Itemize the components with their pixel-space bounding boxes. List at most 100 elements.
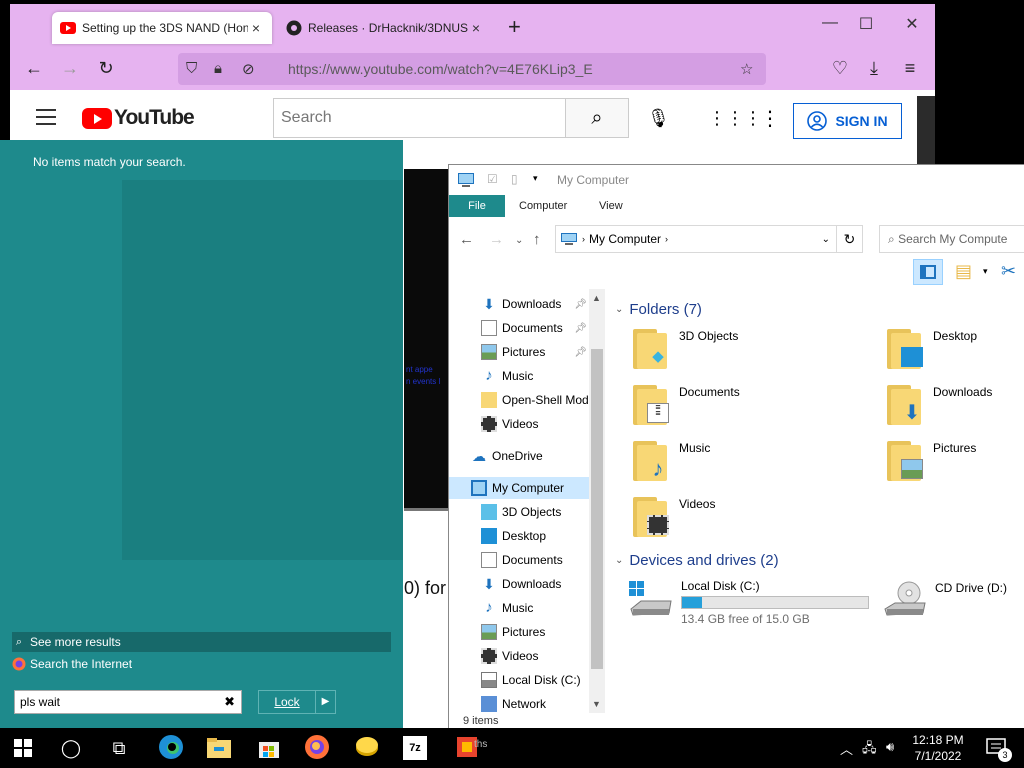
shield-icon[interactable]: ⛉: [186, 60, 197, 77]
7zip-icon[interactable]: 7z: [400, 734, 430, 762]
refresh-icon[interactable]: ↻: [837, 225, 863, 253]
see-more-results-item[interactable]: ⌕ See more results: [12, 632, 391, 652]
url-bar[interactable]: ⛉ 🔒︎ ⊘ https://www.youtube.com/watch?v=4…: [178, 53, 766, 85]
cut-icon[interactable]: ✂: [1001, 261, 1016, 282]
youtube-logo[interactable]: YouTube: [82, 106, 195, 130]
preview-pane-icon[interactable]: [913, 259, 943, 285]
task-view-icon[interactable]: ⧉: [104, 734, 134, 762]
tracking-blocked-icon[interactable]: ⊘: [242, 60, 255, 78]
lock-icon[interactable]: 🔒︎: [214, 60, 222, 77]
sidebar-item-my-computer[interactable]: My Computer: [449, 477, 589, 499]
url-text[interactable]: https://www.youtube.com/watch?v=4E76KLip…: [288, 61, 593, 77]
sidebar-item-network[interactable]: Network: [481, 693, 589, 713]
sidebar-item-videos[interactable]: Videos: [481, 413, 589, 435]
scrollbar-thumb[interactable]: [591, 349, 603, 669]
close-window-icon[interactable]: ✕: [902, 14, 922, 34]
apps-grid-icon[interactable]: ⋮⋮⋮: [708, 108, 762, 129]
sidebar-item-music[interactable]: ♪ Music: [481, 597, 589, 619]
tab-close-icon[interactable]: ×: [468, 20, 484, 36]
bookmark-star-icon[interactable]: ☆: [740, 60, 753, 78]
folder-music[interactable]: ♪ Music: [633, 441, 710, 481]
drive-local-disk-c[interactable]: Local Disk (C:) 13.4 GB free of 15.0 GB: [627, 579, 869, 626]
layout-dropdown-icon[interactable]: ▾: [983, 266, 988, 277]
tab-youtube[interactable]: Setting up the 3DS NAND (Hon ×: [52, 12, 272, 44]
video-player[interactable]: nt appe n events l: [404, 169, 448, 509]
scroll-up-icon[interactable]: ▲: [592, 293, 601, 303]
sidebar-item-music[interactable]: ♪ Music: [481, 365, 589, 387]
search-circle-icon[interactable]: ◯: [56, 734, 86, 762]
sidebar-item-open-shell[interactable]: Open-Shell Mod: [481, 389, 589, 411]
tab-close-icon[interactable]: ×: [248, 20, 264, 36]
scroll-down-icon[interactable]: ▼: [592, 699, 601, 709]
pin-icon[interactable]: 📌︎: [574, 347, 587, 358]
show-hidden-icons-icon[interactable]: ︿: [840, 739, 853, 758]
pin-icon[interactable]: 📌︎: [574, 323, 587, 334]
sidebar-item-desktop[interactable]: Desktop: [481, 525, 589, 547]
start-search-input[interactable]: pls wait ✖: [14, 690, 242, 714]
devices-group-header[interactable]: ⌄ Devices and drives (2): [615, 552, 779, 569]
folder-videos[interactable]: Videos: [633, 497, 715, 537]
back-icon[interactable]: ←: [22, 58, 46, 79]
downloads-icon[interactable]: ⤓: [862, 58, 886, 79]
collapse-chevron-icon[interactable]: ⌄: [615, 555, 623, 566]
pin-icon[interactable]: 📌︎: [574, 299, 587, 310]
folder-3d-objects[interactable]: ◆ 3D Objects: [633, 329, 738, 369]
sidebar-item-3d-objects[interactable]: 3D Objects: [481, 501, 589, 523]
lock-button[interactable]: Lock ▶: [258, 690, 336, 714]
new-tab-button[interactable]: +: [508, 14, 521, 40]
breadcrumb-my-computer[interactable]: My Computer: [589, 232, 661, 246]
maximize-icon[interactable]: ☐: [856, 14, 876, 34]
menu-icon[interactable]: ≡: [898, 58, 922, 79]
folders-group-header[interactable]: ⌄ Folders (7): [615, 301, 702, 318]
layout-icon[interactable]: ▤: [955, 261, 972, 282]
up-icon[interactable]: ↑: [533, 231, 541, 248]
explorer-search-input[interactable]: ⌕ Search My Compute: [879, 225, 1024, 253]
sidebar-item-documents[interactable]: Documents: [481, 549, 589, 571]
reload-icon[interactable]: ↻: [94, 58, 118, 79]
properties-qat-icon[interactable]: ☑: [487, 172, 498, 186]
sidebar-item-pictures[interactable]: Pictures 📌︎: [481, 341, 589, 363]
sidebar-scrollbar[interactable]: ▲ ▼: [589, 289, 605, 713]
address-bar[interactable]: › My Computer › ⌄: [555, 225, 837, 253]
back-icon[interactable]: ←: [459, 231, 474, 248]
forward-icon[interactable]: →: [489, 231, 504, 248]
tab-computer[interactable]: Computer: [519, 200, 567, 212]
power-options-arrow-icon[interactable]: ▶: [315, 691, 335, 713]
tab-github[interactable]: Releases · DrHacknik/3DNUS · G ×: [278, 12, 492, 44]
clear-search-icon[interactable]: ✖: [224, 694, 235, 710]
firefox-taskbar-icon[interactable]: [302, 734, 332, 762]
tab-file[interactable]: File: [449, 195, 505, 217]
tab-view[interactable]: View: [599, 200, 623, 212]
collapse-chevron-icon[interactable]: ⌄: [615, 304, 623, 315]
clock[interactable]: 12:18 PM 7/1/2022: [908, 732, 968, 764]
network-icon[interactable]: 🖧︎: [862, 739, 877, 761]
breadcrumb-chevron-icon[interactable]: ›: [665, 234, 668, 244]
notification-center-icon[interactable]: 3: [982, 734, 1012, 762]
youtube-search-input[interactable]: Search: [273, 98, 566, 138]
new-folder-qat-icon[interactable]: ▯: [511, 172, 518, 186]
hamburger-menu-icon[interactable]: [36, 109, 56, 125]
store-icon[interactable]: [254, 734, 284, 762]
file-explorer-taskbar-icon[interactable]: [204, 734, 234, 762]
sidebar-item-downloads[interactable]: ⬇ Downloads: [481, 573, 589, 595]
address-dropdown-icon[interactable]: ⌄: [822, 234, 830, 245]
pocket-icon[interactable]: ♡: [828, 58, 852, 79]
sidebar-item-local-disk[interactable]: Local Disk (C:): [481, 669, 589, 691]
sign-in-button[interactable]: SIGN IN: [793, 103, 902, 139]
more-options-icon[interactable]: ⋮: [760, 106, 780, 131]
search-icon[interactable]: ⌕: [566, 98, 629, 138]
folder-desktop[interactable]: Desktop: [887, 329, 977, 369]
folder-documents[interactable]: ≡ ≡ Documents: [633, 385, 740, 425]
folder-downloads[interactable]: ⬇ Downloads: [887, 385, 992, 425]
sidebar-item-documents[interactable]: Documents 📌︎: [481, 317, 589, 339]
drive-cd-d[interactable]: CD Drive (D:): [881, 579, 1007, 619]
coin-app-icon[interactable]: [352, 734, 382, 762]
volume-icon[interactable]: 🔊︎: [886, 739, 894, 755]
microphone-icon[interactable]: 🎙︎: [647, 108, 670, 129]
breadcrumb-chevron-icon[interactable]: ›: [582, 234, 585, 244]
minimize-icon[interactable]: —: [820, 14, 840, 32]
forward-icon[interactable]: →: [58, 58, 82, 79]
video-progress-bar[interactable]: [404, 508, 448, 511]
sidebar-item-pictures[interactable]: Pictures: [481, 621, 589, 643]
qat-dropdown-icon[interactable]: ▾: [533, 173, 538, 184]
